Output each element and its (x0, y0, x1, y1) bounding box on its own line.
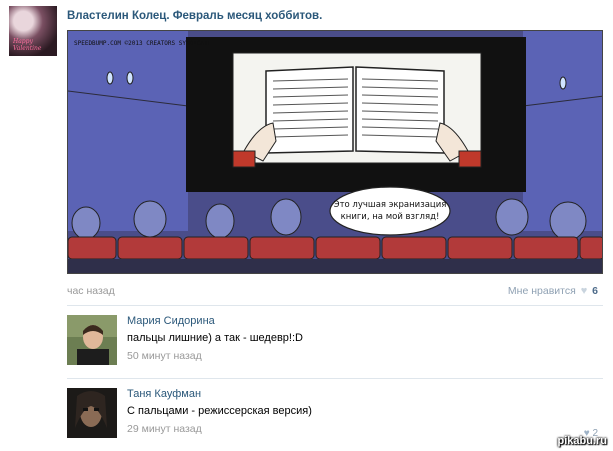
comment-author-avatar[interactable] (67, 388, 117, 438)
comic-credit: SPEEDBUMP.COM ©2013 CREATORS SYNDICATE (74, 40, 212, 47)
like-label: Мне нравится (507, 285, 576, 297)
like-count: 6 (592, 285, 598, 297)
watermark: pikabu.ru (557, 435, 607, 447)
comment-timestamp[interactable]: 29 минут назад (127, 423, 202, 435)
post-title[interactable]: Властелин Колец. Февраль месяц хоббитов. (67, 10, 322, 22)
comment-timestamp[interactable]: 50 минут назад (127, 350, 202, 362)
heart-icon: ♥ (580, 285, 588, 297)
comic-speech-line-2: книги, на мой взгляд! (341, 212, 440, 222)
cinema-comic-illustration: Это лучшая экранизация книги, на мой взг… (68, 31, 602, 273)
post-author-avatar[interactable]: Happy Valentine (9, 6, 57, 56)
comment-author-name[interactable]: Таня Кауфман (127, 388, 201, 400)
comic-speech-line-1: Это лучшая экранизация (334, 200, 447, 210)
comment-author-name[interactable]: Мария Сидорина (127, 315, 215, 327)
post-timestamp[interactable]: час назад (67, 285, 115, 297)
divider (67, 378, 603, 379)
comment-text: пальцы лишние) а так - шедевр!:D (127, 332, 303, 344)
wall-post: Happy Valentine Властелин Колец. Февраль… (0, 0, 613, 451)
comment-author-avatar[interactable] (67, 315, 117, 365)
avatar-caption: Happy Valentine (13, 38, 42, 52)
comment-item: Таня Кауфман С пальцами - режиссерская в… (67, 388, 603, 448)
comment-text: С пальцами - режиссерская версия) (127, 405, 312, 417)
like-button[interactable]: Мне нравится ♥ 6 (508, 285, 598, 297)
comic-image[interactable]: Это лучшая экранизация книги, на мой взг… (67, 30, 603, 274)
comment-item: Мария Сидорина пальцы лишние) а так - ше… (67, 315, 603, 375)
divider (67, 305, 603, 306)
